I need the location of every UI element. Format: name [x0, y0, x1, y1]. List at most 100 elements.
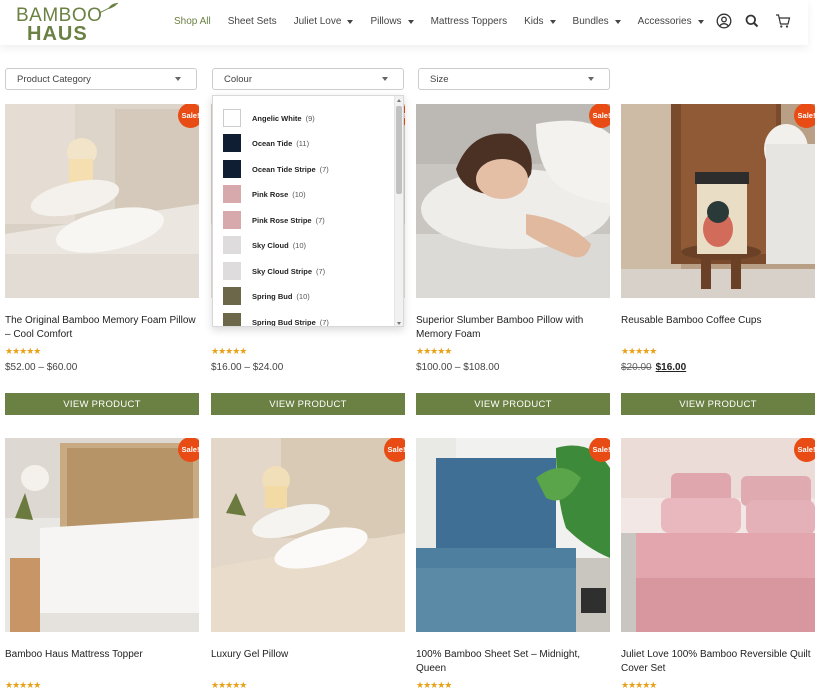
- colour-option-label: Pink Rose: [252, 189, 289, 199]
- account-icon[interactable]: [716, 13, 732, 29]
- scroll-up-arrow-icon[interactable]: [397, 99, 401, 102]
- colour-option[interactable]: Ocean Tide (11): [223, 134, 309, 152]
- product-card: Sale! Superior Slumber Bamboo Pillow wit…: [416, 104, 610, 416]
- filter-label: Product Category: [17, 73, 91, 85]
- view-product-button[interactable]: VIEW PRODUCT: [5, 393, 199, 415]
- colour-swatch: [223, 160, 241, 178]
- product-price: $52.00 – $60.00: [5, 362, 78, 373]
- colour-dropdown-list: Angelic White (9) Ocean Tide (11) Ocean Ti…: [212, 95, 404, 327]
- sale-badge: Sale!: [589, 438, 610, 462]
- product-title[interactable]: Juliet Love 100% Bamboo Reversible Quilt…: [621, 648, 815, 675]
- nav-label: Juliet Love: [293, 16, 342, 27]
- colour-swatch: [223, 134, 241, 152]
- chevron-down-icon: [588, 77, 594, 81]
- search-icon[interactable]: [745, 14, 759, 28]
- header-icons: [716, 13, 791, 29]
- product-image[interactable]: Sale!: [5, 438, 199, 632]
- chevron-down-icon: [614, 19, 621, 24]
- nav-bundles[interactable]: Bundles: [573, 16, 621, 27]
- colour-option-count: (11): [296, 138, 310, 148]
- colour-swatch: [223, 287, 241, 305]
- star-rating: ★★★★★: [211, 680, 247, 690]
- product-title[interactable]: Superior Slumber Bamboo Pillow with Memo…: [416, 314, 610, 341]
- product-card: Sale! Bamboo Haus Mattress Topper ★★★★★: [5, 438, 199, 690]
- nav-label: Pillows: [370, 16, 402, 27]
- sale-badge: Sale!: [589, 104, 610, 128]
- colour-option-count: (7): [319, 317, 329, 327]
- chevron-down-icon: [347, 19, 354, 24]
- product-price: $16.00 – $24.00: [211, 362, 284, 373]
- nav-mattress-toppers[interactable]: Mattress Toppers: [431, 16, 508, 27]
- nav-accessories[interactable]: Accessories: [638, 16, 704, 27]
- scrollbar-thumb[interactable]: [396, 106, 402, 194]
- brand-logo[interactable]: BAMBOO HAUS: [16, 2, 119, 45]
- nav-shop-all[interactable]: Shop All: [174, 16, 211, 27]
- nav-sheet-sets[interactable]: Sheet Sets: [228, 16, 277, 27]
- nav-pillows[interactable]: Pillows: [370, 16, 414, 27]
- nav-label: Kids: [524, 16, 544, 27]
- product-category-select[interactable]: Product Category: [5, 68, 197, 90]
- colour-swatch: [223, 313, 241, 326]
- star-rating: ★★★★★: [621, 346, 657, 356]
- product-card: Sale! Reusable Bamboo Coffee Cups ★★★★★ …: [621, 104, 815, 416]
- colour-option[interactable]: Spring Bud (10): [223, 287, 310, 305]
- colour-option[interactable]: Sky Cloud (10): [223, 236, 306, 254]
- chevron-down-icon: [175, 77, 181, 81]
- chevron-down-icon: [549, 19, 556, 24]
- nav-label: Accessories: [637, 16, 692, 27]
- colour-option-label: Spring Bud: [252, 291, 293, 301]
- product-card: Sale! 100% Bamboo Sheet Set – Midnight, …: [416, 438, 610, 690]
- colour-option-count: (10): [292, 189, 306, 199]
- colour-option[interactable]: Ocean Tide Stripe (7): [223, 160, 329, 178]
- colour-swatch: [223, 262, 241, 280]
- product-title[interactable]: The Original Bamboo Memory Foam Pillow –…: [5, 314, 199, 341]
- product-image[interactable]: Sale!: [5, 104, 199, 298]
- product-image[interactable]: Sale!: [621, 438, 815, 632]
- filter-label: Colour: [224, 73, 252, 85]
- colour-option[interactable]: Sky Cloud Stripe (7): [223, 262, 325, 280]
- nav-kids[interactable]: Kids: [524, 16, 556, 27]
- product-image[interactable]: Sale!: [416, 104, 610, 298]
- sale-badge: Sale!: [178, 438, 199, 462]
- star-rating: ★★★★★: [621, 680, 657, 690]
- colour-option[interactable]: Pink Rose Stripe (7): [223, 211, 325, 229]
- star-rating: ★★★★★: [416, 346, 452, 356]
- product-card: Sale! The Original Bamboo Memory Foam Pi…: [5, 104, 199, 416]
- nav-label: Sheet Sets: [227, 16, 277, 27]
- dropdown-scrollbar[interactable]: [394, 96, 403, 326]
- original-price: $20.00: [621, 362, 652, 373]
- product-title[interactable]: Luxury Gel Pillow: [211, 648, 405, 662]
- chevron-down-icon: [382, 77, 388, 81]
- product-title[interactable]: Bamboo Haus Mattress Topper: [5, 648, 199, 662]
- logo-line-2: HAUS: [27, 23, 88, 45]
- colour-option-count: (7): [315, 215, 325, 225]
- star-rating: ★★★★★: [5, 680, 41, 690]
- colour-option[interactable]: Spring Bud Stripe (7): [223, 313, 329, 327]
- scroll-down-arrow-icon[interactable]: [397, 322, 401, 325]
- colour-option-label: Pink Rose Stripe: [252, 215, 312, 225]
- nav-label: Bundles: [572, 16, 609, 27]
- cart-icon[interactable]: [775, 13, 791, 29]
- product-image[interactable]: Sale!: [211, 438, 405, 632]
- colour-option-label: Sky Cloud Stripe: [252, 266, 313, 276]
- colour-option[interactable]: Pink Rose (10): [223, 185, 306, 203]
- colour-swatch: [223, 109, 241, 127]
- colour-select[interactable]: Colour: [212, 68, 404, 90]
- size-select[interactable]: Size: [418, 68, 610, 90]
- colour-option-count: (10): [292, 240, 307, 250]
- product-price: $20.00 $16.00: [621, 362, 686, 373]
- product-title[interactable]: Reusable Bamboo Coffee Cups: [621, 314, 815, 328]
- colour-option[interactable]: Angelic White (9): [223, 109, 315, 127]
- nav-label: Mattress Toppers: [430, 16, 508, 27]
- colour-swatch: [223, 211, 241, 229]
- sale-badge: Sale!: [794, 438, 815, 462]
- product-price: $100.00 – $108.00: [416, 362, 500, 373]
- product-image[interactable]: Sale!: [621, 104, 815, 298]
- view-product-button[interactable]: VIEW PRODUCT: [621, 393, 815, 415]
- product-card: Sale! Juliet Love 100% Bamboo Reversible…: [621, 438, 815, 690]
- product-image[interactable]: Sale!: [416, 438, 610, 632]
- product-title[interactable]: 100% Bamboo Sheet Set – Midnight, Queen: [416, 648, 610, 675]
- view-product-button[interactable]: VIEW PRODUCT: [211, 393, 405, 415]
- nav-juliet-love[interactable]: Juliet Love: [294, 16, 354, 27]
- view-product-button[interactable]: VIEW PRODUCT: [416, 393, 610, 415]
